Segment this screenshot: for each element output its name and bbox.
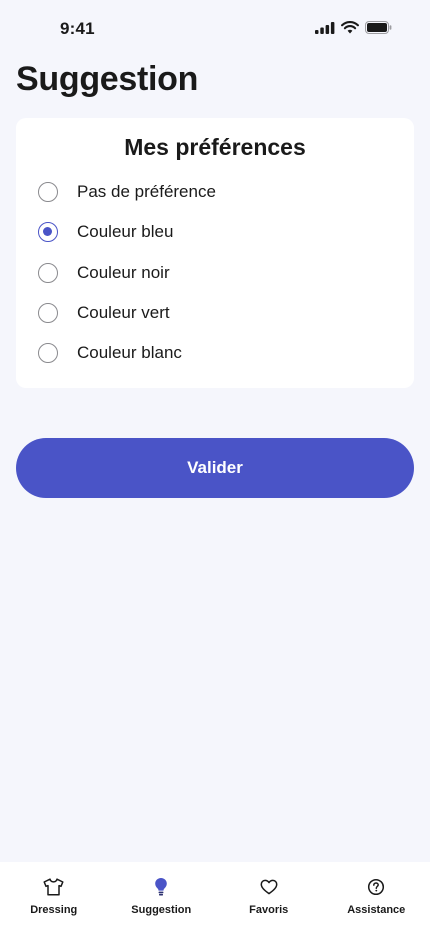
radio-button[interactable] bbox=[38, 182, 58, 203]
battery-icon bbox=[365, 21, 392, 34]
wifi-icon bbox=[341, 21, 359, 34]
tab-label: Assistance bbox=[347, 904, 406, 916]
tab-dressing[interactable]: Dressing bbox=[0, 862, 108, 932]
status-time: 9:41 bbox=[60, 19, 95, 38]
tab-suggestion[interactable]: Suggestion bbox=[108, 862, 216, 932]
app-screen: 9:41 Suggestion Mes préférences Pas de p… bbox=[0, 0, 430, 932]
preference-option-white[interactable]: Couleur blanc bbox=[16, 333, 414, 373]
radio-button[interactable] bbox=[38, 222, 58, 243]
cellular-signal-icon bbox=[315, 21, 335, 34]
status-bar: 9:41 bbox=[0, 0, 430, 56]
radio-button[interactable] bbox=[38, 343, 58, 364]
preference-option-label: Couleur bleu bbox=[77, 222, 174, 242]
tshirt-icon bbox=[43, 876, 65, 898]
tab-favoris[interactable]: Favoris bbox=[215, 862, 323, 932]
help-circle-icon bbox=[365, 876, 387, 898]
preference-option-label: Couleur vert bbox=[77, 303, 170, 323]
tab-label: Dressing bbox=[30, 904, 78, 916]
preference-option-label: Couleur noir bbox=[77, 262, 170, 282]
validate-button[interactable]: Valider bbox=[16, 438, 414, 498]
status-icons bbox=[315, 21, 392, 34]
preference-option-green[interactable]: Couleur vert bbox=[16, 293, 414, 333]
preference-option-label: Couleur blanc bbox=[77, 343, 182, 363]
preference-option-blue[interactable]: Couleur bleu bbox=[16, 212, 414, 252]
preference-option-label: Pas de préférence bbox=[77, 182, 216, 202]
heart-icon bbox=[258, 876, 280, 898]
tab-label: Favoris bbox=[249, 904, 289, 916]
lightbulb-icon bbox=[150, 876, 172, 898]
page-title: Suggestion bbox=[16, 60, 199, 98]
preferences-options: Pas de préférence Couleur bleu Couleur n… bbox=[16, 172, 414, 373]
preference-option-black[interactable]: Couleur noir bbox=[16, 253, 414, 293]
tab-assistance[interactable]: Assistance bbox=[323, 862, 430, 932]
tab-bar: Dressing Suggestion Favoris Assistance bbox=[0, 862, 430, 932]
radio-button[interactable] bbox=[38, 303, 58, 324]
radio-button[interactable] bbox=[38, 262, 58, 283]
preference-option-no-preference[interactable]: Pas de préférence bbox=[16, 172, 414, 212]
preferences-title: Mes préférences bbox=[124, 134, 306, 160]
preferences-card: Mes préférences Pas de préférence Couleu… bbox=[16, 118, 414, 388]
tab-label: Suggestion bbox=[131, 904, 192, 916]
